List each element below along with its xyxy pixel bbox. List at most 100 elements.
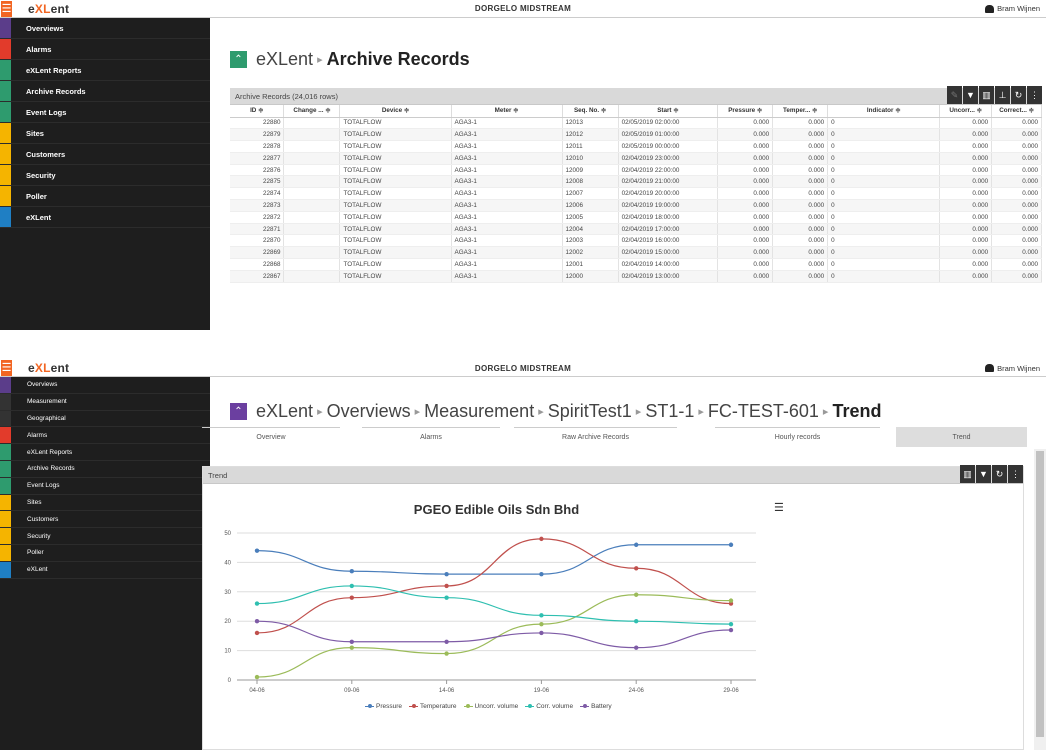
table-row[interactable]: 22876 TOTALFLOW AGA3-1 12009 02/04/2019 22:0… xyxy=(230,164,1042,177)
tab-alarms[interactable]: Alarms xyxy=(362,427,500,447)
data-point[interactable] xyxy=(539,536,544,542)
sidebar-item-security[interactable]: Security xyxy=(0,528,210,545)
table-row[interactable]: 22871 TOTALFLOW AGA3-1 12004 02/04/2019 17:0… xyxy=(230,223,1042,236)
refresh-icon[interactable]: ↻ xyxy=(1011,86,1026,104)
sidebar-item-security[interactable]: Security xyxy=(0,165,210,186)
tab-hourly-records[interactable]: Hourly records xyxy=(715,427,880,447)
legend-item[interactable]: Pressure xyxy=(365,703,402,710)
data-point[interactable] xyxy=(728,542,734,547)
column-header[interactable]: Pressure ≑ xyxy=(717,105,774,118)
page-scrollbar[interactable] xyxy=(1034,449,1046,750)
sidebar-item-event-logs[interactable]: Event Logs xyxy=(0,102,210,123)
sidebar-item-overviews[interactable]: Overviews xyxy=(0,18,210,39)
column-header[interactable]: Indicator ≑ xyxy=(827,105,941,118)
data-point[interactable] xyxy=(634,566,639,571)
column-header[interactable]: Start ≑ xyxy=(618,105,719,118)
breadcrumb-link[interactable]: Measurement xyxy=(424,401,534,421)
more-icon[interactable]: ⋮ xyxy=(1027,86,1042,104)
sidebar-item-archive-records[interactable]: Archive Records xyxy=(0,460,210,478)
data-point[interactable] xyxy=(634,619,639,624)
sidebar-item-alarms[interactable]: Alarms xyxy=(0,39,210,60)
hamburger-menu-icon[interactable]: ☰ xyxy=(1,360,12,376)
sidebar-item-geographical[interactable]: Geographical xyxy=(0,410,210,428)
table-row[interactable]: 22880 TOTALFLOW AGA3-1 12013 02/05/2019 02:0… xyxy=(230,117,1042,130)
columns-icon[interactable]: ▥ xyxy=(960,465,975,483)
breadcrumb-link[interactable]: eXLent xyxy=(256,401,313,421)
sidebar-item-event-logs[interactable]: Event Logs xyxy=(0,477,210,495)
pencil-icon[interactable]: ✎ xyxy=(947,86,962,104)
data-point[interactable] xyxy=(349,595,354,600)
data-point[interactable] xyxy=(254,630,260,636)
data-point[interactable] xyxy=(254,601,260,606)
hamburger-menu-icon[interactable]: ☰ xyxy=(1,0,12,17)
breadcrumb-link[interactable]: Overviews xyxy=(327,401,411,421)
table-row[interactable]: 22873 TOTALFLOW AGA3-1 12006 02/04/2019 19:0… xyxy=(230,199,1042,212)
filter-icon[interactable]: ▼ xyxy=(976,465,991,483)
table-row[interactable]: 22867 TOTALFLOW AGA3-1 12000 02/04/2019 13:0… xyxy=(230,270,1042,283)
data-point[interactable] xyxy=(444,595,449,600)
legend-item[interactable]: Battery xyxy=(580,703,612,710)
columns-icon[interactable]: ▥ xyxy=(979,86,994,104)
column-header[interactable]: Change ... ≑ xyxy=(283,105,341,118)
scrollbar-thumb[interactable] xyxy=(1036,451,1044,737)
sidebar-item-exlent[interactable]: eXLent xyxy=(0,207,210,228)
data-point[interactable] xyxy=(634,645,639,650)
series-line-battery[interactable] xyxy=(256,620,732,649)
data-point[interactable] xyxy=(539,571,544,577)
table-row[interactable]: 22879 TOTALFLOW AGA3-1 12012 02/05/2019 01:0… xyxy=(230,128,1042,142)
table-row[interactable]: 22870 TOTALFLOW AGA3-1 12003 02/04/2019 16:0… xyxy=(230,234,1042,248)
chart-menu-icon[interactable]: ☰ xyxy=(774,501,784,514)
filter-icon[interactable]: ▼ xyxy=(963,86,978,104)
tab-raw-archive-records[interactable]: Raw Archive Records xyxy=(514,427,677,447)
data-point[interactable] xyxy=(349,645,354,650)
column-header[interactable]: Correct... ≑ xyxy=(991,105,1042,118)
data-point[interactable] xyxy=(349,583,354,589)
data-point[interactable] xyxy=(634,592,639,597)
table-row[interactable]: 22878 TOTALFLOW AGA3-1 12011 02/05/2019 00:0… xyxy=(230,140,1042,153)
data-point[interactable] xyxy=(444,651,449,656)
sidebar-item-alarms[interactable]: Alarms xyxy=(0,427,210,445)
column-header[interactable]: Seq. No. ≑ xyxy=(562,105,619,118)
breadcrumb-link[interactable]: ST1-1 xyxy=(645,401,694,421)
data-point[interactable] xyxy=(349,569,354,574)
breadcrumb-link[interactable]: SpiritTest1 xyxy=(548,401,632,421)
series-line-temperature[interactable] xyxy=(256,538,732,634)
legend-item[interactable]: Corr. volume xyxy=(525,703,573,710)
data-point[interactable] xyxy=(444,571,449,577)
sidebar-item-customers[interactable]: Customers xyxy=(0,511,210,529)
data-point[interactable] xyxy=(254,674,260,680)
data-point[interactable] xyxy=(539,613,544,618)
sidebar-item-sites[interactable]: Sites xyxy=(0,123,210,144)
data-point[interactable] xyxy=(728,598,734,603)
refresh-icon[interactable]: ↻ xyxy=(992,465,1007,483)
table-row[interactable]: 22868 TOTALFLOW AGA3-1 12001 02/04/2019 14:0… xyxy=(230,258,1042,271)
sidebar-item-archive-records[interactable]: Archive Records xyxy=(0,81,210,102)
sidebar-item-poller[interactable]: Poller xyxy=(0,186,210,207)
table-row[interactable]: 22869 TOTALFLOW AGA3-1 12002 02/04/2019 15:0… xyxy=(230,246,1042,260)
sidebar-item-exlent[interactable]: eXLent xyxy=(0,561,210,579)
sidebar-item-poller[interactable]: Poller xyxy=(0,544,210,562)
data-point[interactable] xyxy=(634,542,639,547)
table-row[interactable]: 22874 TOTALFLOW AGA3-1 12007 02/04/2019 20:0… xyxy=(230,187,1042,201)
data-point[interactable] xyxy=(444,583,449,589)
tab-overview[interactable]: Overview xyxy=(202,427,340,447)
legend-item[interactable]: Uncorr. volume xyxy=(463,703,518,710)
table-row[interactable]: 22877 TOTALFLOW AGA3-1 12010 02/04/2019 23:0… xyxy=(230,152,1042,165)
column-header[interactable]: Meter ≑ xyxy=(451,105,563,118)
data-point[interactable] xyxy=(728,621,734,627)
data-point[interactable] xyxy=(539,621,544,627)
data-point[interactable] xyxy=(254,548,260,553)
breadcrumb-link[interactable]: FC-TEST-601 xyxy=(708,401,819,421)
column-header[interactable]: Temper... ≑ xyxy=(772,105,829,118)
user-menu[interactable]: Bram Wijnen xyxy=(985,364,1040,373)
sidebar-item-overviews[interactable]: Overviews xyxy=(0,377,210,394)
data-point[interactable] xyxy=(444,639,449,644)
column-header[interactable]: Uncorr... ≑ xyxy=(939,105,993,118)
data-point[interactable] xyxy=(349,639,354,644)
table-row[interactable]: 22875 TOTALFLOW AGA3-1 12008 02/04/2019 21:0… xyxy=(230,175,1042,189)
column-header[interactable]: Device ≑ xyxy=(339,105,452,118)
series-line-pressure[interactable] xyxy=(256,544,731,575)
sidebar-item-exlent-reports[interactable]: eXLent Reports xyxy=(0,60,210,81)
column-header[interactable]: ID ≑ xyxy=(230,105,285,118)
download-icon[interactable]: ⊥ xyxy=(995,86,1010,104)
